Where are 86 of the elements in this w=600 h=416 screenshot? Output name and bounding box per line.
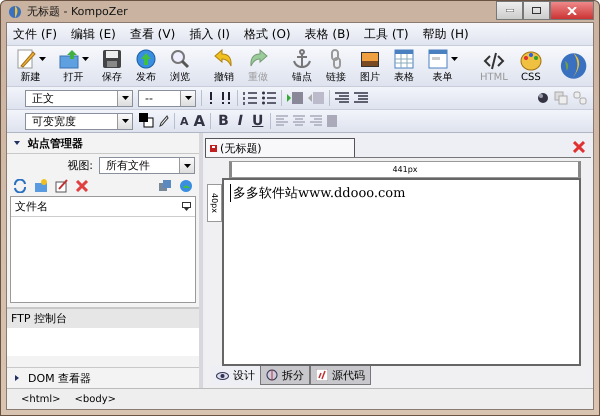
eye-icon [216,372,229,380]
menu-item[interactable]: 帮助 (H) [422,26,469,42]
pencil-icon[interactable] [159,115,169,127]
view-tab[interactable]: 源代码 [310,366,371,385]
paint-palette-icon [520,50,542,72]
view-tab[interactable]: 拆分 [260,366,310,385]
column-picker-icon[interactable] [182,202,191,211]
minimize-button[interactable] [496,1,523,20]
menu-item[interactable]: 格式 (O) [244,26,291,42]
color-swatch-icon[interactable] [138,112,154,130]
italic-button[interactable]: I [236,113,246,129]
document-tab[interactable]: (无标题) [205,138,355,157]
toolbar-button[interactable]: 新建 [13,47,48,85]
tag-breadcrumb[interactable]: <html> [21,394,61,404]
editor-area[interactable]: 多多软件站www.ddooo.com [222,178,581,366]
view-select[interactable]: 所有文件 [99,157,195,174]
panel-title: DOM 查看器 [28,370,92,386]
code-page-icon [316,369,328,381]
delete-icon[interactable] [76,180,88,192]
document-icon [210,144,217,152]
column-header[interactable]: 文件名 [15,199,48,214]
toolbar-button[interactable]: 发布 [133,47,159,85]
folder-arrow-icon [58,48,80,70]
refresh-icon[interactable] [13,179,27,193]
paragraph-format-select[interactable]: 正文 [25,90,133,106]
toolbar-button[interactable]: 打开 [56,47,91,85]
toolbar-button[interactable]: 锚点 [289,47,315,85]
bold-button[interactable]: B [216,113,231,129]
windows-icon[interactable] [158,179,172,193]
menu-item[interactable]: 文件 (F) [13,26,58,42]
tag-breadcrumb[interactable]: <body> [74,394,116,404]
font-select[interactable]: 可变宽度 [25,112,133,130]
minimize-icon [506,9,514,12]
window-title: 无标题 - KompoZer [27,4,128,19]
split-circle-icon [266,369,278,381]
window-form-icon [427,48,449,70]
class-select[interactable]: -- [138,90,196,106]
caret-icon [184,164,190,168]
edit-icon[interactable] [55,179,69,193]
collapsed-triangle-icon[interactable] [14,375,20,381]
toolbar-button[interactable]: 链接 [323,47,349,85]
layer-icon[interactable] [537,92,549,104]
align-right-icon[interactable] [335,91,349,105]
panel-title: 站点管理器 [28,136,83,150]
table-grid-icon [393,48,415,70]
caret-icon [122,96,128,100]
new-folder-icon[interactable] [34,179,48,193]
close-icon [567,6,577,14]
pencil-page-icon [15,48,37,70]
numbered-list-icon[interactable] [243,91,257,105]
maximize-button[interactable] [523,1,550,20]
magnifier-icon [169,48,191,70]
height-ruler: 40px [207,184,222,222]
caret-icon [122,119,128,123]
bullet-list-icon[interactable] [262,91,276,105]
anchor-icon [291,48,313,70]
close-icon[interactable] [573,141,585,153]
view-label: 视图: [67,158,93,173]
indent-icon[interactable] [287,91,303,105]
menu-item[interactable]: 工具 (T) [364,26,409,42]
expanded-triangle-icon[interactable] [14,140,20,146]
toolbar-button[interactable]: 表单 [425,47,460,85]
menu-item[interactable]: 编辑 (E) [71,26,116,42]
toolbar-button[interactable]: 浏览 [167,47,193,85]
menu-item[interactable]: 插入 (I) [189,26,230,42]
panel-title: FTP 控制台 [7,309,199,328]
close-button[interactable] [550,1,594,20]
strong-emphasis-icon[interactable] [220,91,232,105]
menu-item[interactable]: 表格 (B) [304,26,350,42]
toolbar-button[interactable]: CSS [518,48,544,84]
toolbar-button[interactable]: 表格 [391,47,417,85]
larger-font-button[interactable]: A [194,112,206,130]
smaller-font-button[interactable]: A [180,114,189,128]
toolbar-button[interactable]: 撤销 [211,47,237,85]
emphasis-icon[interactable] [207,91,215,105]
globe-icon [8,4,22,18]
maximize-icon [532,7,541,14]
toolbar-button[interactable]: 保存 [99,47,125,85]
underline-button[interactable]: U [250,113,266,129]
document-text: 多多软件站www.ddooo.com [230,184,573,202]
width-ruler: 441px [229,161,581,178]
caret-icon [184,96,192,100]
menu-item[interactable]: 查看 (V) [130,26,176,42]
toolbar-button[interactable]: 图片 [357,47,383,85]
align-justify-icon[interactable] [354,91,368,105]
globe-icon[interactable] [179,179,193,193]
